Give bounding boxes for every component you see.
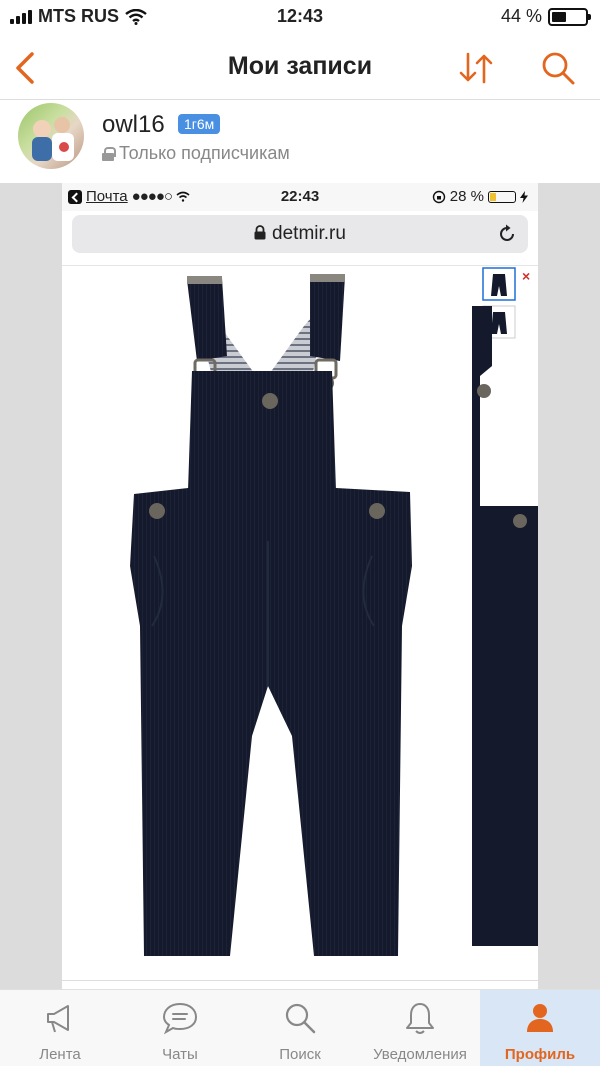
- tab-label: Поиск: [279, 1046, 321, 1063]
- divider: [62, 980, 538, 981]
- search-icon[interactable]: [538, 48, 578, 88]
- embedded-phone-screenshot: Почта ●●●●○ 22:43 28 % detmir.ru ×: [62, 183, 538, 989]
- status-bar: MTS RUS 12:43 44 %: [0, 0, 600, 34]
- author-row[interactable]: owl16 1г6м Только подписчикам: [0, 101, 600, 183]
- close-icon: ×: [522, 268, 531, 284]
- post-image[interactable]: Почта ●●●●○ 22:43 28 % detmir.ru ×: [0, 183, 600, 989]
- person-icon: [527, 1004, 553, 1032]
- chat-bubble-icon: [162, 1002, 198, 1035]
- author-name[interactable]: owl16: [102, 111, 165, 139]
- next-product-image: [472, 306, 538, 946]
- tab-label: Чаты: [162, 1046, 198, 1063]
- age-badge: 1г6м: [178, 114, 221, 134]
- overalls-product-image: [130, 274, 412, 956]
- tab-label: Уведомления: [373, 1046, 467, 1063]
- megaphone-icon: [47, 1005, 69, 1033]
- lock-icon: [102, 146, 116, 161]
- avatar[interactable]: [18, 103, 84, 169]
- tab-search[interactable]: Поиск: [240, 990, 360, 1066]
- page-title: Мои записи: [227, 52, 373, 80]
- avatar-photo: [32, 117, 74, 161]
- reload-icon: [500, 224, 514, 241]
- tab-feed[interactable]: Лента: [0, 990, 120, 1066]
- status-right: 44 %: [500, 6, 591, 27]
- url-label: detmir.ru: [272, 223, 346, 244]
- battery-percent: 44 %: [500, 6, 542, 26]
- embedded-status-right: 28 %: [432, 188, 528, 205]
- product-page: ×: [62, 265, 538, 989]
- tab-bar: Лента Чаты Поиск Уведомления Профиль: [0, 989, 600, 1066]
- visibility-text: Только подписчикам: [119, 143, 290, 163]
- rotation-lock-icon: [432, 190, 445, 203]
- tab-profile[interactable]: Профиль: [480, 990, 600, 1066]
- embedded-battery-icon: [488, 190, 516, 203]
- url-text: detmir.ru: [72, 223, 528, 245]
- charging-icon: [520, 190, 528, 203]
- lock-icon: [254, 225, 266, 240]
- tab-label: Лента: [39, 1046, 81, 1063]
- battery-icon: [548, 7, 591, 26]
- address-bar: detmir.ru: [72, 215, 528, 253]
- search-icon: [285, 1003, 316, 1034]
- embedded-status-bar: Почта ●●●●○ 22:43 28 %: [62, 183, 538, 211]
- sort-icon[interactable]: [456, 48, 496, 88]
- tab-label: Профиль: [504, 1046, 576, 1063]
- bell-icon: [406, 1003, 434, 1034]
- navigation-bar: Мои записи: [0, 34, 600, 100]
- tab-chats[interactable]: Чаты: [120, 990, 240, 1066]
- visibility-label: Только подписчикам: [102, 143, 290, 164]
- tab-notifications[interactable]: Уведомления: [360, 990, 480, 1066]
- embedded-battery-percent: 28 %: [449, 188, 484, 205]
